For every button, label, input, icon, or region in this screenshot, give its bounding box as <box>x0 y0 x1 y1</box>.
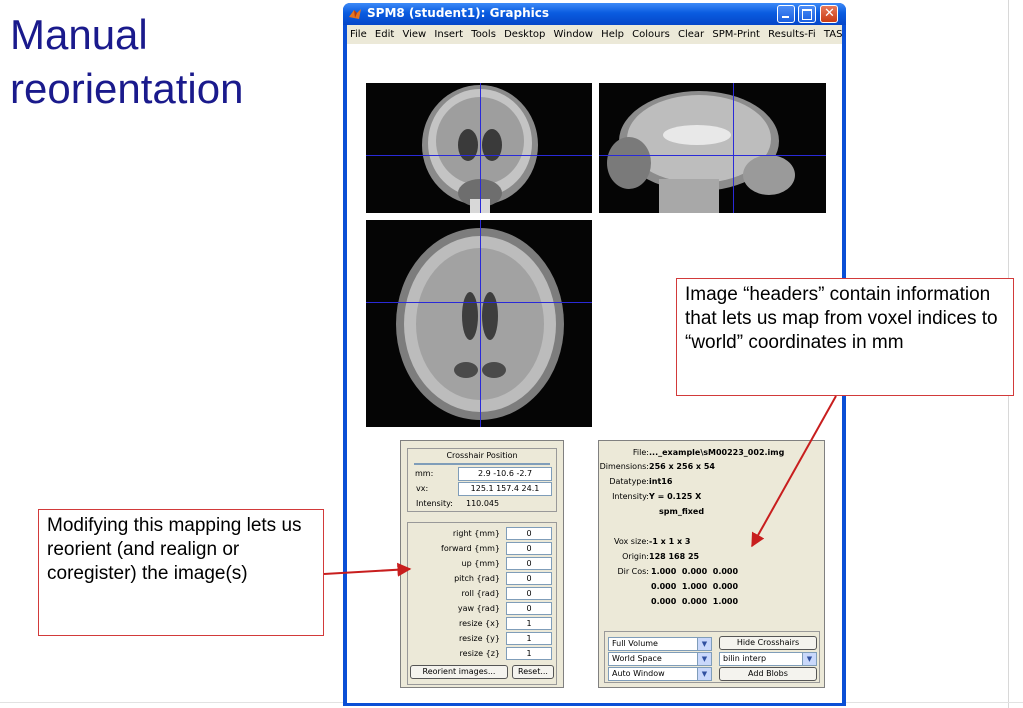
callout-arrows <box>323 395 837 577</box>
mapping-arrow <box>323 562 412 577</box>
headers-arrow <box>751 395 837 548</box>
